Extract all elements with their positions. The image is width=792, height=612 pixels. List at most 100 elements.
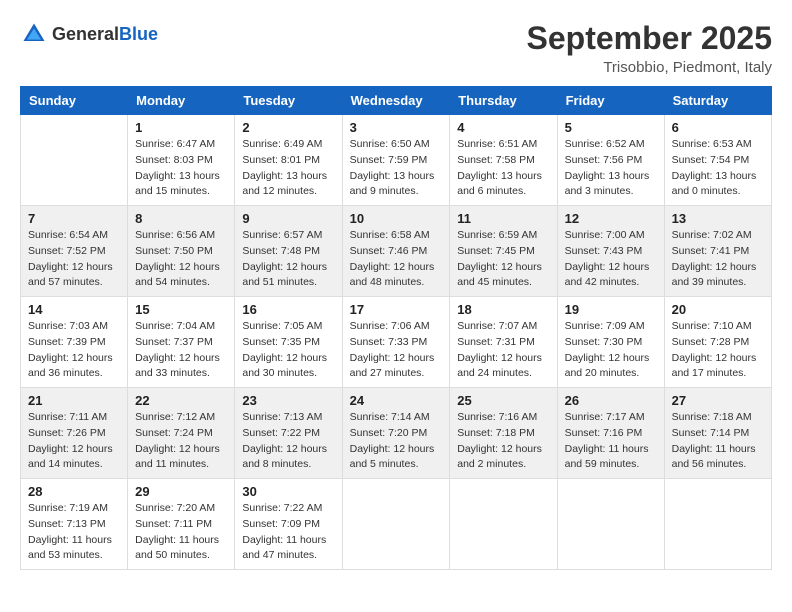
day-info: Sunrise: 6:58 AM Sunset: 7:46 PM Dayligh… (350, 228, 443, 291)
sunset: Sunset: 7:18 PM (457, 427, 535, 439)
daylight: Daylight: 11 hours and 50 minutes. (135, 534, 219, 562)
calendar-cell (664, 479, 771, 570)
calendar-cell: 2 Sunrise: 6:49 AM Sunset: 8:01 PM Dayli… (235, 115, 342, 206)
sunrise: Sunrise: 7:00 AM (565, 229, 645, 241)
calendar-cell: 16 Sunrise: 7:05 AM Sunset: 7:35 PM Dayl… (235, 297, 342, 388)
calendar-cell: 28 Sunrise: 7:19 AM Sunset: 7:13 PM Dayl… (21, 479, 128, 570)
calendar-cell: 25 Sunrise: 7:16 AM Sunset: 7:18 PM Dayl… (450, 388, 557, 479)
day-number: 2 (242, 120, 334, 135)
header-saturday: Saturday (664, 87, 771, 115)
day-info: Sunrise: 6:57 AM Sunset: 7:48 PM Dayligh… (242, 228, 334, 291)
day-info: Sunrise: 7:16 AM Sunset: 7:18 PM Dayligh… (457, 410, 549, 473)
calendar-cell: 19 Sunrise: 7:09 AM Sunset: 7:30 PM Dayl… (557, 297, 664, 388)
day-info: Sunrise: 6:56 AM Sunset: 7:50 PM Dayligh… (135, 228, 227, 291)
sunset: Sunset: 7:16 PM (565, 427, 643, 439)
daylight: Daylight: 12 hours and 36 minutes. (28, 352, 113, 380)
day-info: Sunrise: 7:12 AM Sunset: 7:24 PM Dayligh… (135, 410, 227, 473)
sunset: Sunset: 7:39 PM (28, 336, 106, 348)
calendar-table: Sunday Monday Tuesday Wednesday Thursday… (20, 86, 772, 570)
sunset: Sunset: 7:46 PM (350, 245, 428, 257)
day-info: Sunrise: 6:52 AM Sunset: 7:56 PM Dayligh… (565, 137, 657, 200)
day-number: 23 (242, 393, 334, 408)
daylight: Daylight: 12 hours and 39 minutes. (672, 261, 757, 289)
day-number: 27 (672, 393, 764, 408)
day-number: 7 (28, 211, 120, 226)
daylight: Daylight: 12 hours and 11 minutes. (135, 443, 220, 471)
day-info: Sunrise: 7:03 AM Sunset: 7:39 PM Dayligh… (28, 319, 120, 382)
calendar-cell (21, 115, 128, 206)
sunset: Sunset: 7:37 PM (135, 336, 213, 348)
calendar-cell (450, 479, 557, 570)
day-number: 1 (135, 120, 227, 135)
day-number: 14 (28, 302, 120, 317)
sunset: Sunset: 7:56 PM (565, 154, 643, 166)
day-number: 17 (350, 302, 443, 317)
day-info: Sunrise: 7:20 AM Sunset: 7:11 PM Dayligh… (135, 501, 227, 564)
day-info: Sunrise: 6:50 AM Sunset: 7:59 PM Dayligh… (350, 137, 443, 200)
sunrise: Sunrise: 7:10 AM (672, 320, 752, 332)
sunset: Sunset: 7:09 PM (242, 518, 320, 530)
daylight: Daylight: 13 hours and 12 minutes. (242, 170, 327, 198)
sunrise: Sunrise: 7:14 AM (350, 411, 430, 423)
daylight: Daylight: 11 hours and 59 minutes. (565, 443, 649, 471)
logo-text: GeneralBlue (52, 24, 158, 45)
daylight: Daylight: 13 hours and 6 minutes. (457, 170, 542, 198)
sunrise: Sunrise: 7:12 AM (135, 411, 215, 423)
sunrise: Sunrise: 7:18 AM (672, 411, 752, 423)
sunrise: Sunrise: 6:50 AM (350, 138, 430, 150)
sunrise: Sunrise: 7:16 AM (457, 411, 537, 423)
day-number: 21 (28, 393, 120, 408)
calendar-cell: 22 Sunrise: 7:12 AM Sunset: 7:24 PM Dayl… (128, 388, 235, 479)
day-number: 4 (457, 120, 549, 135)
sunrise: Sunrise: 6:57 AM (242, 229, 322, 241)
logo-general: General (52, 24, 119, 44)
day-number: 11 (457, 211, 549, 226)
sunset: Sunset: 7:48 PM (242, 245, 320, 257)
day-info: Sunrise: 6:49 AM Sunset: 8:01 PM Dayligh… (242, 137, 334, 200)
calendar-cell: 11 Sunrise: 6:59 AM Sunset: 7:45 PM Dayl… (450, 206, 557, 297)
calendar-cell: 6 Sunrise: 6:53 AM Sunset: 7:54 PM Dayli… (664, 115, 771, 206)
sunrise: Sunrise: 7:07 AM (457, 320, 537, 332)
day-number: 24 (350, 393, 443, 408)
sunset: Sunset: 7:45 PM (457, 245, 535, 257)
calendar-cell: 21 Sunrise: 7:11 AM Sunset: 7:26 PM Dayl… (21, 388, 128, 479)
day-number: 25 (457, 393, 549, 408)
day-number: 30 (242, 484, 334, 499)
sunset: Sunset: 7:11 PM (135, 518, 212, 530)
day-number: 29 (135, 484, 227, 499)
calendar-cell: 7 Sunrise: 6:54 AM Sunset: 7:52 PM Dayli… (21, 206, 128, 297)
sunrise: Sunrise: 6:51 AM (457, 138, 537, 150)
calendar-cell: 29 Sunrise: 7:20 AM Sunset: 7:11 PM Dayl… (128, 479, 235, 570)
sunrise: Sunrise: 6:47 AM (135, 138, 215, 150)
sunset: Sunset: 7:24 PM (135, 427, 213, 439)
daylight: Daylight: 12 hours and 45 minutes. (457, 261, 542, 289)
sunrise: Sunrise: 7:06 AM (350, 320, 430, 332)
header-monday: Monday (128, 87, 235, 115)
day-info: Sunrise: 7:13 AM Sunset: 7:22 PM Dayligh… (242, 410, 334, 473)
calendar-cell: 14 Sunrise: 7:03 AM Sunset: 7:39 PM Dayl… (21, 297, 128, 388)
daylight: Daylight: 11 hours and 47 minutes. (242, 534, 326, 562)
day-info: Sunrise: 7:09 AM Sunset: 7:30 PM Dayligh… (565, 319, 657, 382)
header-thursday: Thursday (450, 87, 557, 115)
daylight: Daylight: 12 hours and 27 minutes. (350, 352, 435, 380)
day-info: Sunrise: 7:05 AM Sunset: 7:35 PM Dayligh… (242, 319, 334, 382)
sunset: Sunset: 7:54 PM (672, 154, 750, 166)
calendar-week-5: 28 Sunrise: 7:19 AM Sunset: 7:13 PM Dayl… (21, 479, 772, 570)
daylight: Daylight: 11 hours and 56 minutes. (672, 443, 756, 471)
calendar-cell: 17 Sunrise: 7:06 AM Sunset: 7:33 PM Dayl… (342, 297, 450, 388)
day-number: 3 (350, 120, 443, 135)
sunrise: Sunrise: 7:19 AM (28, 502, 108, 514)
sunset: Sunset: 7:14 PM (672, 427, 750, 439)
daylight: Daylight: 12 hours and 5 minutes. (350, 443, 435, 471)
calendar-cell: 4 Sunrise: 6:51 AM Sunset: 7:58 PM Dayli… (450, 115, 557, 206)
daylight: Daylight: 12 hours and 54 minutes. (135, 261, 220, 289)
day-info: Sunrise: 7:18 AM Sunset: 7:14 PM Dayligh… (672, 410, 764, 473)
sunrise: Sunrise: 7:02 AM (672, 229, 752, 241)
sunrise: Sunrise: 7:11 AM (28, 411, 107, 423)
sunset: Sunset: 7:20 PM (350, 427, 428, 439)
sunset: Sunset: 7:26 PM (28, 427, 106, 439)
calendar-cell: 10 Sunrise: 6:58 AM Sunset: 7:46 PM Dayl… (342, 206, 450, 297)
sunset: Sunset: 8:01 PM (242, 154, 320, 166)
day-number: 13 (672, 211, 764, 226)
sunset: Sunset: 7:22 PM (242, 427, 320, 439)
